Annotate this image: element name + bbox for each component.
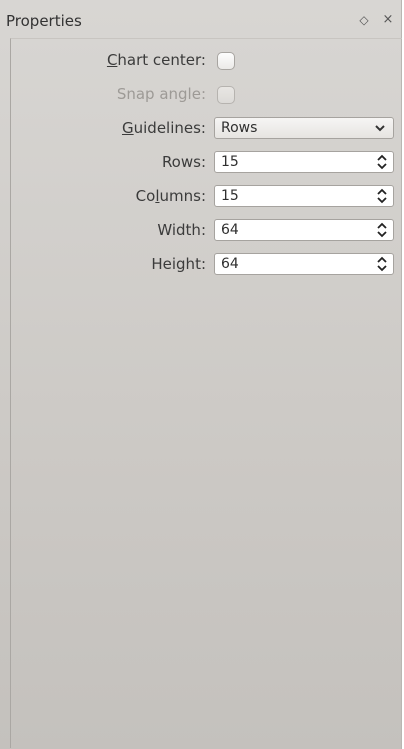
rows-spinbox[interactable]: 15	[214, 151, 394, 173]
columns-value: 15	[221, 188, 239, 204]
guidelines-combobox[interactable]: Rows	[214, 117, 394, 139]
height-label: Height:	[151, 255, 206, 273]
columns-label: Columns:	[135, 187, 206, 205]
diamond-icon[interactable]: ◇	[357, 12, 371, 28]
properties-panel: Chart center: Snap angle: Guidelines: Ro…	[10, 38, 402, 748]
spin-arrows-icon[interactable]	[377, 188, 387, 204]
properties-dock: Properties ◇ × Chart center: Snap angle:…	[0, 0, 402, 749]
chart-center-checkbox[interactable]	[217, 52, 235, 70]
spin-arrows-icon[interactable]	[377, 256, 387, 272]
dock-title: Properties	[6, 12, 82, 30]
dock-titlebar[interactable]: Properties ◇ ×	[0, 0, 402, 36]
spin-arrows-icon[interactable]	[377, 154, 387, 170]
width-spinbox[interactable]: 64	[214, 219, 394, 241]
chart-center-label: Chart center:	[106, 51, 206, 69]
close-icon[interactable]: ×	[381, 12, 395, 28]
guidelines-label: Guidelines:	[122, 119, 206, 137]
snap-angle-checkbox	[217, 86, 235, 104]
chevron-down-icon	[374, 119, 386, 141]
width-label: Width:	[157, 221, 206, 239]
width-value: 64	[221, 222, 239, 238]
rows-value: 15	[221, 154, 239, 170]
columns-spinbox[interactable]: 15	[214, 185, 394, 207]
height-value: 64	[221, 256, 239, 272]
rows-label: Rows:	[161, 153, 206, 171]
guidelines-value: Rows	[221, 120, 258, 136]
spin-arrows-icon[interactable]	[377, 222, 387, 238]
snap-angle-label: Snap angle:	[116, 85, 206, 103]
height-spinbox[interactable]: 64	[214, 253, 394, 275]
